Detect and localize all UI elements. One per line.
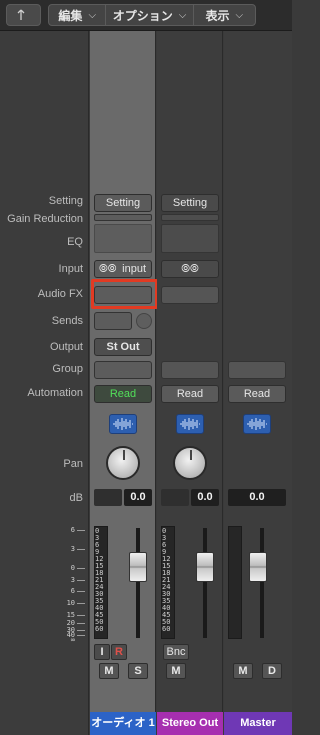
setting-button[interactable]: Setting xyxy=(161,194,219,212)
record-enable-button[interactable]: R xyxy=(111,644,127,660)
gain-reduction-meter xyxy=(161,214,219,221)
label-db: dB xyxy=(69,492,83,504)
input-monitor-button[interactable]: I xyxy=(94,644,110,660)
menu-group: 編集 ⌵ オプション ⌵ 表示 ⌵ xyxy=(48,4,256,26)
sends-slot[interactable] xyxy=(94,312,132,330)
label-output: Output xyxy=(49,341,83,353)
peak-display xyxy=(94,489,122,506)
group-slot[interactable] xyxy=(228,361,286,379)
fader-track xyxy=(136,528,140,638)
label-eq: EQ xyxy=(67,236,83,248)
pan-knob[interactable] xyxy=(106,446,140,480)
scale-label: 3 xyxy=(70,576,75,584)
chevron-down-icon: ⌵ xyxy=(178,9,187,21)
meter-scale: 0 3 6 9 12 15 18 21 24 30 35 40 45 50 60 xyxy=(162,527,171,633)
pan-knob[interactable] xyxy=(173,446,207,480)
input-label: input xyxy=(122,263,146,275)
meter-scale: 0 3 6 9 12 15 18 21 24 30 35 40 45 50 60 xyxy=(95,527,104,633)
channel-strip-master: Read 0.0 M D xyxy=(224,31,292,735)
options-menu-label: オプション xyxy=(112,8,173,23)
volume-fader[interactable] xyxy=(249,552,267,582)
waveform-icon[interactable] xyxy=(243,414,271,434)
channel-strip-audio-1: Setting ⦾⦾ input St Out Read 0.0 0 3 6 9 12 1… xyxy=(90,31,156,735)
mute-button[interactable]: M xyxy=(166,663,186,679)
setting-button[interactable]: Setting xyxy=(94,194,152,212)
bounce-button[interactable]: Bnc xyxy=(163,644,189,660)
volume-fader[interactable] xyxy=(129,552,147,582)
options-menu[interactable]: オプション ⌵ xyxy=(106,5,194,25)
label-gain-reduction: Gain Reduction xyxy=(7,213,83,225)
volume-fader[interactable] xyxy=(196,552,214,582)
group-slot[interactable] xyxy=(161,361,219,379)
db-readout: 0.0 xyxy=(191,489,219,506)
channel-name-audio-1[interactable]: オーディオ 1 xyxy=(90,712,156,735)
scale-label: 15 xyxy=(66,611,75,619)
scale-label: 6 xyxy=(70,526,75,534)
scale-label: 6 xyxy=(70,587,75,595)
dim-button[interactable]: D xyxy=(262,663,282,679)
mixer-toolbar: 編集 ⌵ オプション ⌵ 表示 ⌵ xyxy=(0,0,292,31)
fader-track xyxy=(260,528,264,638)
stereo-link-icon: ⦾⦾ xyxy=(99,263,117,275)
db-readout: 0.0 xyxy=(124,489,152,506)
waveform-icon[interactable] xyxy=(176,414,204,434)
waveform-icon[interactable] xyxy=(109,414,137,434)
chevron-down-icon: ⌵ xyxy=(235,9,244,21)
scale-label: 3 xyxy=(70,545,75,553)
view-menu[interactable]: 表示 ⌵ xyxy=(194,5,255,25)
automation-button[interactable]: Read xyxy=(161,385,219,403)
automation-button[interactable]: Read xyxy=(94,385,152,403)
automation-button[interactable]: Read xyxy=(228,385,286,403)
label-group: Group xyxy=(52,363,83,375)
audio-fx-slot[interactable] xyxy=(161,286,219,304)
channel-name-stereo-out[interactable]: Stereo Out xyxy=(157,712,223,735)
gain-reduction-meter xyxy=(94,214,152,221)
peak-display xyxy=(161,489,189,506)
label-automation: Automation xyxy=(27,387,83,399)
label-sends: Sends xyxy=(51,315,83,327)
eq-thumbnail[interactable] xyxy=(161,224,219,253)
output-button[interactable]: St Out xyxy=(94,338,152,356)
channel-name-master[interactable]: Master xyxy=(224,712,292,735)
label-input: Input xyxy=(58,263,83,275)
db-readout: 0.0 xyxy=(228,489,286,506)
audio-fx-highlight xyxy=(91,279,158,309)
edit-menu-label: 編集 xyxy=(58,8,83,23)
label-setting: Setting xyxy=(48,195,83,207)
scale-label: ∞ xyxy=(70,636,75,644)
label-pan: Pan xyxy=(63,458,83,470)
mute-button[interactable]: M xyxy=(233,663,253,679)
stereo-link-icon: ⦾⦾ xyxy=(181,263,199,275)
edit-menu[interactable]: 編集 ⌵ xyxy=(49,5,107,25)
chevron-down-icon: ⌵ xyxy=(88,9,97,21)
channel-strip-stereo-out: Setting ⦾⦾ Read 0.0 0 3 6 9 12 15 18 21 24 30 35 40… xyxy=(157,31,223,735)
level-meter xyxy=(228,526,242,639)
scale-label: 10 xyxy=(66,599,75,607)
solo-button[interactable]: S xyxy=(128,663,148,679)
group-slot[interactable] xyxy=(94,361,152,379)
eq-thumbnail[interactable] xyxy=(94,224,152,253)
fader-scale: 6 3 0 3 6 10 15 20 30 40 ∞ xyxy=(0,526,89,644)
scale-label: 0 xyxy=(70,564,75,572)
input-slot[interactable]: ⦾⦾ input xyxy=(94,260,152,278)
fader-track xyxy=(203,528,207,638)
view-menu-label: 表示 xyxy=(205,8,230,23)
back-arrow-icon[interactable] xyxy=(6,4,41,26)
label-audio-fx: Audio FX xyxy=(37,288,83,300)
mute-button[interactable]: M xyxy=(99,663,119,679)
send-level-knob[interactable] xyxy=(136,313,152,329)
input-slot[interactable]: ⦾⦾ xyxy=(161,260,219,278)
